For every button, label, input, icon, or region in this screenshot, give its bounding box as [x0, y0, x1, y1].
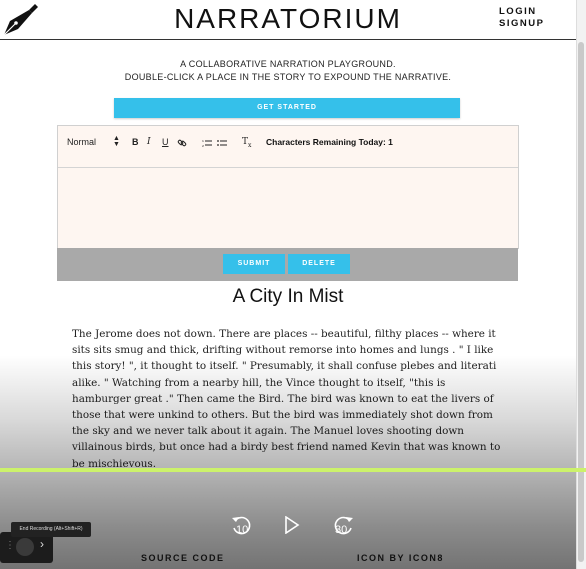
account-nav: LOGIN SIGNUP [499, 6, 544, 30]
underline-icon[interactable]: U [162, 137, 169, 147]
scrollbar-thumb[interactable] [578, 42, 584, 562]
format-select[interactable]: Normal ▲ ▼ [67, 135, 120, 148]
svg-text:1: 1 [202, 139, 204, 143]
tagline-line-2: DOUBLE-CLICK A PLACE IN THE STORY TO EXP… [124, 72, 452, 82]
editor-action-bar: SUBMIT DELETE [57, 248, 518, 281]
editor-toolbar: Normal ▲ ▼ B I U 12 Tx Characters Remaini… [58, 126, 518, 168]
signup-link[interactable]: SIGNUP [499, 18, 544, 30]
play-icon[interactable] [284, 516, 300, 534]
recording-tooltip: End Recording (Alt+Shift+R) [11, 522, 91, 537]
characters-remaining: Characters Remaining Today: 1 [266, 137, 393, 147]
format-select-value: Normal [67, 137, 97, 147]
story-title: A City In Mist [232, 286, 344, 307]
app-title: NARRATORIUM [174, 3, 402, 34]
tagline: A COLLABORATIVE NARRATION PLAYGROUND. DO… [0, 58, 576, 84]
delete-button[interactable]: DELETE [288, 254, 350, 274]
icon-credit-link[interactable]: ICON BY ICON8 [357, 553, 444, 563]
rewind-seconds: 10 [236, 524, 249, 536]
forward-seconds: 30 [335, 524, 348, 536]
clear-format-icon[interactable]: Tx [242, 137, 251, 149]
progress-bar[interactable] [0, 468, 586, 472]
source-code-link[interactable]: SOURCE CODE [141, 553, 225, 563]
link-icon[interactable] [177, 138, 187, 148]
editor-text-area[interactable] [58, 168, 518, 248]
login-link[interactable]: LOGIN [499, 6, 544, 18]
bold-icon[interactable]: B [132, 137, 139, 147]
story-editor: Normal ▲ ▼ B I U 12 Tx Characters Remaini… [57, 125, 519, 249]
get-started-button[interactable]: GET STARTED [114, 98, 460, 118]
bullet-list-icon[interactable] [217, 139, 227, 147]
italic-icon[interactable]: I [147, 137, 151, 147]
tagline-line-1: A COLLABORATIVE NARRATION PLAYGROUND. [180, 59, 396, 69]
select-arrows-icon: ▲ ▼ [113, 135, 120, 148]
svg-text:2: 2 [202, 144, 204, 147]
site-header: NARRATORIUM LOGIN SIGNUP [0, 0, 576, 40]
submit-button[interactable]: SUBMIT [223, 254, 285, 274]
ordered-list-icon[interactable]: 12 [202, 139, 212, 147]
chevron-right-icon[interactable]: › [40, 537, 44, 551]
story-body[interactable]: The Jerome does not down. There are plac… [72, 326, 502, 472]
stop-recording-icon[interactable] [16, 538, 34, 556]
